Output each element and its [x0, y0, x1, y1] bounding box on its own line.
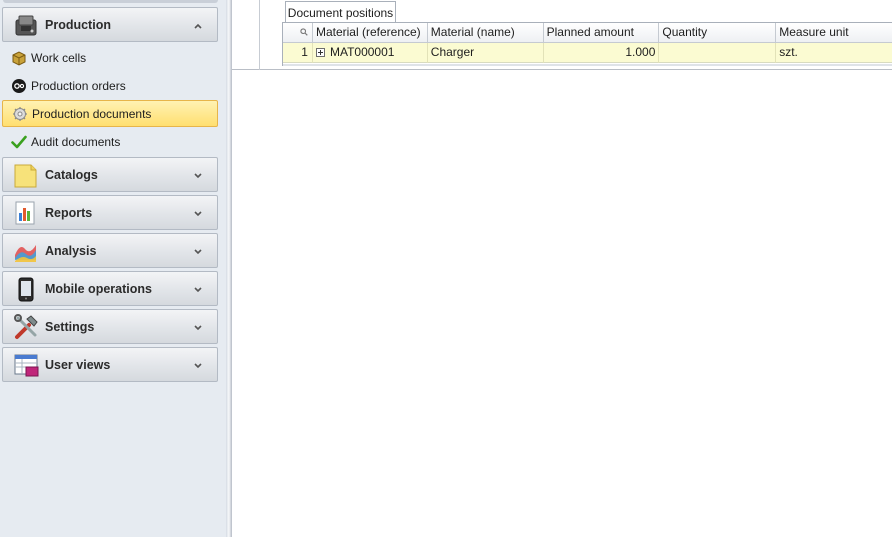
grid-header-row: Material (reference) Material (name) Pla… [283, 23, 892, 43]
nav-item-production-documents[interactable]: Production documents [2, 100, 218, 127]
checkmark-icon [11, 134, 27, 150]
group-header-user-views[interactable]: User views [2, 347, 218, 382]
nav-item-label: Audit documents [31, 134, 121, 149]
catalogs-icon [12, 161, 40, 189]
column-header-measure-unit[interactable]: Measure unit [776, 23, 892, 43]
column-header-material-reference[interactable]: Material (reference) [313, 23, 428, 43]
mobile-icon [12, 275, 40, 303]
material-reference-value: MAT000001 [329, 45, 395, 59]
tab-document-positions[interactable]: Document positions [285, 1, 396, 23]
cell-material-name[interactable]: Charger [428, 43, 544, 63]
table-row[interactable]: 1 MAT000001 Charger 1.000 szt. [283, 43, 892, 63]
main-content: Document positions Material (reference) … [232, 0, 892, 537]
chevron-down-icon[interactable] [193, 284, 203, 294]
row-index: 1 [283, 43, 313, 63]
chevron-down-icon[interactable] [193, 208, 203, 218]
chevron-down-icon[interactable] [193, 322, 203, 332]
reports-icon [12, 199, 40, 227]
search-icon [300, 28, 308, 36]
collapsed-group-edge[interactable] [3, 0, 218, 3]
group-label: Mobile operations [45, 281, 152, 296]
group-header-production[interactable]: Production [2, 7, 218, 42]
group-label: Reports [45, 205, 93, 220]
nav-item-audit-documents[interactable]: Audit documents [2, 128, 218, 155]
nav-item-label: Production documents [32, 106, 152, 121]
column-header-quantity[interactable]: Quantity [659, 23, 777, 43]
work-cells-icon [11, 50, 27, 66]
group-header-catalogs[interactable]: Catalogs [2, 157, 218, 192]
chevron-down-icon[interactable] [193, 170, 203, 180]
expand-plus-icon[interactable] [315, 48, 325, 57]
column-header-material-name[interactable]: Material (name) [428, 23, 544, 43]
document-positions-grid: Material (reference) Material (name) Pla… [282, 22, 892, 66]
analysis-icon [12, 237, 40, 265]
nav-item-production-orders[interactable]: Production orders [2, 72, 218, 99]
chevron-up-icon[interactable] [193, 20, 203, 30]
tab-label: Document positions [287, 5, 394, 20]
document-details-panel: Document positions Material (reference) … [232, 0, 892, 70]
settings-icon [12, 313, 40, 341]
navigation-sidebar: Production Work cells Production orders [0, 0, 226, 537]
group-header-settings[interactable]: Settings [2, 309, 218, 344]
grid-footer [283, 64, 892, 66]
chevron-down-icon[interactable] [193, 360, 203, 370]
group-header-mobile-operations[interactable]: Mobile operations [2, 271, 218, 306]
group-label: Catalogs [45, 167, 98, 182]
panel-divider [259, 0, 260, 70]
row-indicator-header[interactable] [283, 23, 313, 43]
cell-planned-amount[interactable]: 1.000 [544, 43, 660, 63]
nav-item-label: Work cells [31, 50, 87, 65]
cell-quantity[interactable] [659, 43, 777, 63]
group-header-reports[interactable]: Reports [2, 195, 218, 230]
nav-item-work-cells[interactable]: Work cells [2, 44, 218, 71]
group-label: Analysis [45, 243, 97, 258]
nav-item-label: Production orders [31, 78, 126, 93]
user-views-icon [12, 351, 40, 379]
production-documents-icon [12, 106, 28, 122]
cell-measure-unit[interactable]: szt. [776, 43, 892, 63]
group-header-analysis[interactable]: Analysis [2, 233, 218, 268]
column-header-planned-amount[interactable]: Planned amount [544, 23, 660, 43]
production-orders-icon [11, 78, 27, 94]
production-icon [12, 11, 40, 39]
cell-material-reference[interactable]: MAT000001 [313, 43, 428, 63]
group-label: Settings [45, 319, 95, 334]
chevron-down-icon[interactable] [193, 246, 203, 256]
group-label: User views [45, 357, 111, 372]
group-label: Production [45, 17, 111, 32]
